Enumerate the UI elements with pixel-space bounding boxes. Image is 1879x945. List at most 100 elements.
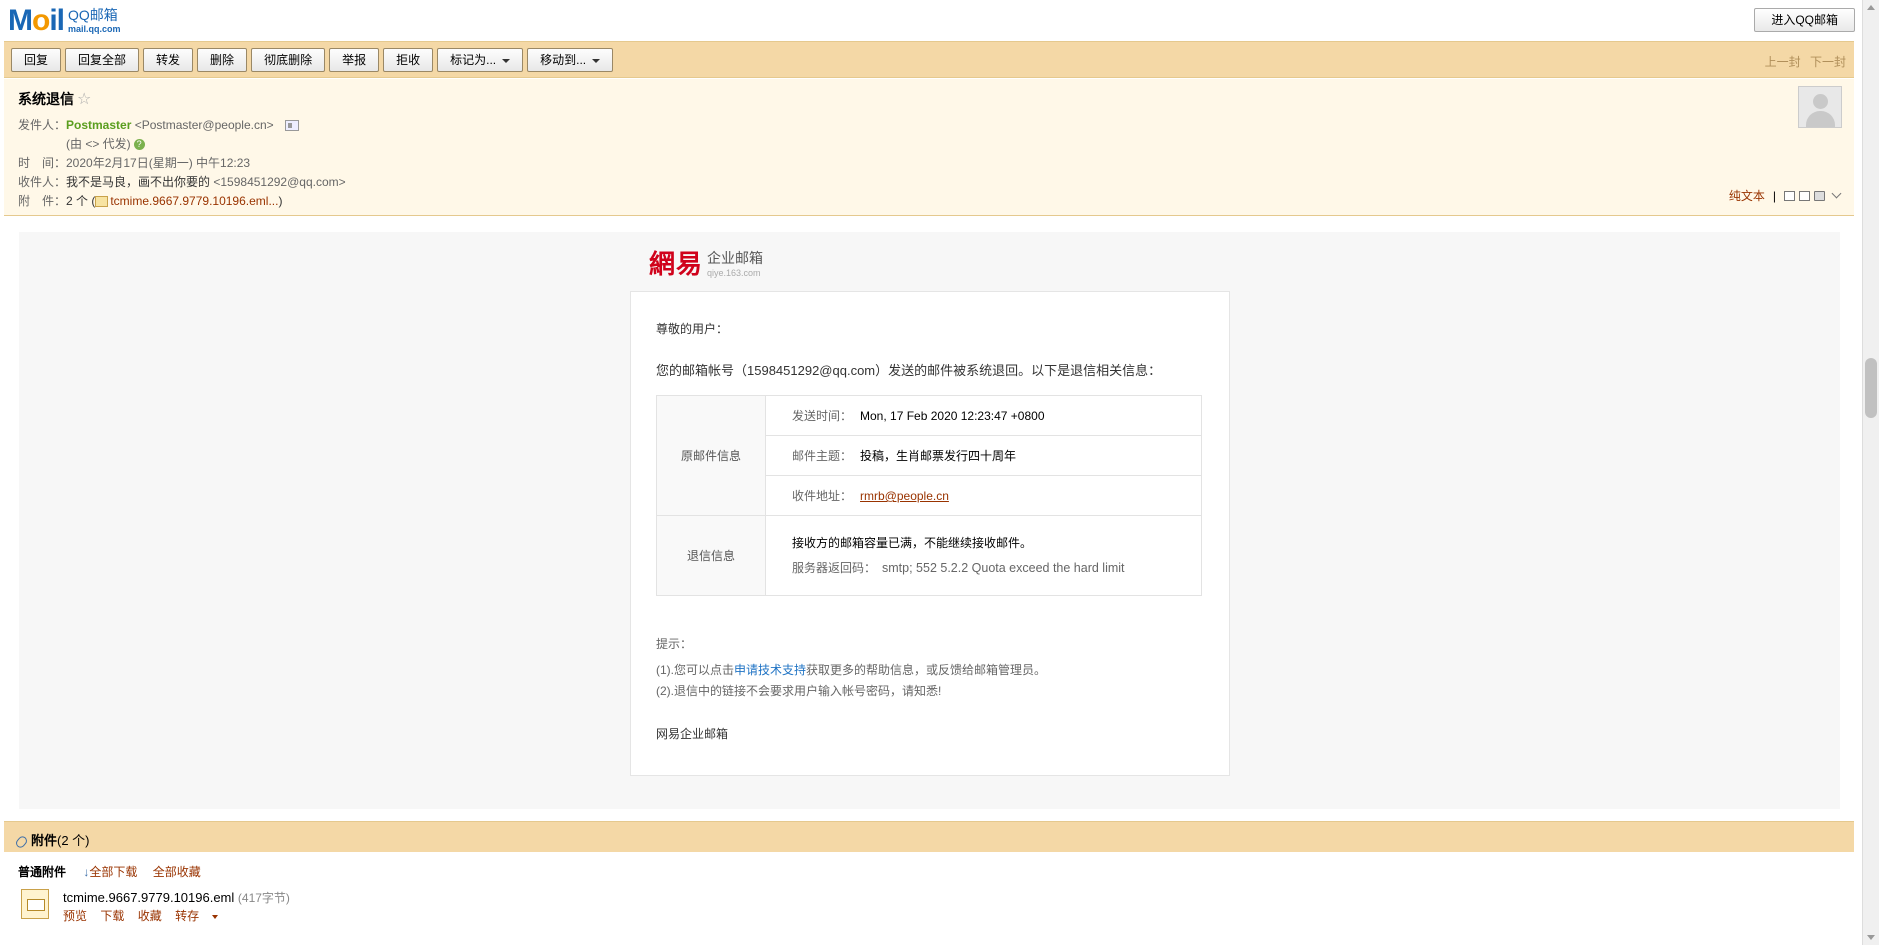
greeting-text: 尊敬的用户： (656, 322, 729, 336)
caret-down-icon (502, 58, 511, 63)
mail-subject-cell: 邮件主题： 投稿，生肖邮票发行四十周年 (765, 435, 1202, 476)
mail-subject-value: 投稿，生肖邮票发行四十周年 (860, 449, 1017, 463)
sender-address: <Postmaster@people.cn> (134, 118, 274, 132)
mail-subject-label: 邮件主题： (792, 449, 853, 463)
recipient-address: <1598451292@qq.com> (213, 175, 346, 189)
save-to-dropdown[interactable]: 转存 (175, 909, 228, 923)
mark-as-dropdown[interactable]: 标记为... (437, 48, 524, 72)
attachment-row: 附 件：2 个 (tcmime.9667.9779.10196.eml...) (18, 192, 282, 209)
server-code-value: smtp; 552 5.2.2 Quota exceed the hard li… (882, 560, 1125, 575)
from-label: 发件人： (18, 118, 67, 132)
reply-all-button[interactable]: 回复全部 (65, 48, 140, 72)
sent-time-value: Mon, 17 Feb 2020 12:23:47 +0800 (860, 409, 1045, 423)
next-mail-link[interactable]: 下一封 (1810, 55, 1846, 69)
logo-domain-text: mail.qq.com (68, 23, 121, 34)
bounce-reason: 接收方的邮箱容量已满，不能继续接收邮件。 (792, 535, 1033, 550)
subject-text: 系统退信 (18, 91, 74, 107)
prev-mail-link[interactable]: 上一封 (1765, 55, 1801, 69)
tech-support-link[interactable]: 申请技术支持 (734, 663, 806, 677)
scroll-down-icon[interactable] (1867, 935, 1875, 940)
caret-down-icon (212, 914, 219, 919)
forward-button[interactable]: 转发 (143, 48, 194, 72)
attachments-header: 附件(2 个) (4, 821, 1854, 852)
mail-navigation: 上一封 下一封 (1759, 53, 1846, 70)
star-icon[interactable]: ☆ (77, 89, 91, 109)
save-icon[interactable] (1799, 190, 1810, 201)
collect-link[interactable]: 收藏 (138, 909, 162, 923)
vertical-scrollbar[interactable] (1862, 0, 1879, 945)
attachments-body: 普通附件 ↓全部下载 全部收藏 tcmime.9667.9779.10196.e… (4, 852, 1854, 945)
move-to-label: 移动到... (540, 53, 587, 67)
bounce-info-cell: 接收方的邮箱容量已满，不能继续接收邮件。 服务器返回码： smtp; 552 5.… (765, 515, 1202, 596)
help-icon[interactable]: ? (133, 139, 145, 151)
header-tools: 纯文本 | (1729, 187, 1842, 204)
recipient-cell: 收件地址： rmrb@people.cn (765, 475, 1202, 516)
paperclip-icon (14, 834, 29, 850)
original-mail-label: 原邮件信息 (656, 395, 766, 516)
collect-all-link[interactable]: 全部收藏 (153, 865, 201, 879)
enter-qq-mail-button[interactable]: 进入QQ邮箱 (1754, 8, 1855, 32)
to-row: 收件人：我不是马良，画不出你要的 <1598451292@qq.com> (18, 173, 346, 190)
attachment-size: (417字节) (237, 891, 290, 905)
attachments-title: 附件(2 个) (14, 830, 90, 850)
report-button[interactable]: 举报 (329, 48, 380, 72)
attachment-icon (95, 196, 109, 208)
attachment-paren: ) (278, 194, 283, 208)
sent-time-cell: 发送时间： Mon, 17 Feb 2020 12:23:47 +0800 (765, 395, 1202, 436)
preview-link[interactable]: 预览 (63, 909, 87, 923)
save-to-label: 转存 (175, 909, 200, 923)
separator: | (1772, 188, 1776, 203)
recipient-name[interactable]: 我不是马良，画不出你要的 (66, 175, 210, 189)
brand-domain: qiye.163.com (707, 267, 761, 278)
intro-text: 您的邮箱帐号（1598451292@qq.com）发送的邮件被系统退回。以下是退… (656, 363, 1162, 378)
delete-permanently-button[interactable]: 彻底删除 (251, 48, 326, 72)
logo-subtitle: QQ邮箱 mail.qq.com (68, 7, 121, 35)
hint-1-suffix: 获取更多的帮助信息，或反馈给邮箱管理员。 (806, 663, 1047, 677)
attachment-category-label: 普通附件 (18, 865, 67, 879)
to-label: 收件人： (18, 175, 67, 189)
attachment-name[interactable]: tcmime.9667.9779.10196.eml (63, 890, 234, 905)
sender-avatar[interactable] (1798, 86, 1842, 128)
server-code-label: 服务器返回码： (792, 560, 877, 575)
hint-1-prefix: (1).您可以点击 (656, 663, 735, 677)
plain-text-link[interactable]: 纯文本 (1729, 187, 1765, 204)
mail-header: 系统退信 ☆ 发件人：Postmaster <Postmaster@people… (4, 79, 1854, 216)
sent-time: 2020年2月17日(星期一) 中午12:23 (66, 156, 251, 170)
attachment-link[interactable]: tcmime.9667.9779.10196.eml... (110, 194, 278, 208)
qq-mail-logo[interactable]: Moil QQ邮箱 mail.qq.com (8, 6, 121, 36)
logo-mail-text: Moil (8, 4, 65, 37)
scroll-thumb[interactable] (1865, 358, 1877, 418)
contact-card-icon[interactable] (285, 120, 299, 132)
scroll-up-icon[interactable] (1867, 5, 1875, 10)
print-icon[interactable] (1814, 190, 1825, 201)
mail-content: 網易 企业邮箱 qiye.163.com 尊敬的用户： 您的邮箱帐号（15984… (19, 232, 1840, 809)
time-label: 时 间： (18, 156, 67, 170)
mark-as-label: 标记为... (450, 53, 497, 67)
caret-down-icon (592, 58, 601, 63)
move-to-dropdown[interactable]: 移动到... (527, 48, 614, 72)
attachments-title-text: 附件 (31, 833, 58, 848)
reply-button[interactable]: 回复 (11, 48, 62, 72)
reject-button[interactable]: 拒收 (383, 48, 434, 72)
eml-file-icon (21, 889, 49, 919)
download-all-link[interactable]: 全部下载 (89, 865, 137, 879)
delete-button[interactable]: 删除 (197, 48, 248, 72)
sender-name[interactable]: Postmaster (66, 118, 131, 132)
hint-title: 提示： (656, 637, 693, 651)
new-window-icon[interactable] (1784, 190, 1795, 201)
signature-text: 网易企业邮箱 (656, 727, 729, 741)
recipient-link[interactable]: rmrb@people.cn (860, 489, 949, 503)
download-link[interactable]: 下载 (100, 909, 124, 923)
from-row: 发件人：Postmaster <Postmaster@people.cn> (18, 116, 299, 133)
attachment-category-row: 普通附件 ↓全部下载 全部收藏 (18, 863, 213, 880)
attachments-count: (2 个) (57, 833, 90, 848)
bounce-info-label: 退信信息 (656, 515, 766, 596)
hint-2: (2).退信中的链接不会要求用户输入帐号密码，请知悉! (656, 684, 942, 698)
sent-via-text: (由 <> 代发) (66, 137, 131, 151)
mail-toolbar: 回复 回复全部 转发 删除 彻底删除 举报 拒收 标记为... 移动到... 上… (4, 41, 1854, 78)
sent-time-label: 发送时间： (792, 409, 853, 423)
chevron-down-icon[interactable] (1831, 188, 1842, 199)
mail-subject: 系统退信 ☆ (18, 89, 91, 109)
attachment-count: 2 个 ( (66, 194, 96, 208)
recipient-label: 收件地址： (792, 489, 853, 503)
